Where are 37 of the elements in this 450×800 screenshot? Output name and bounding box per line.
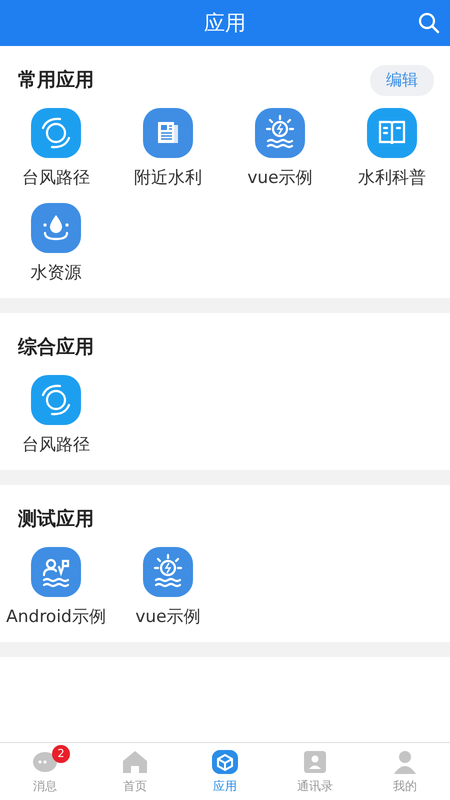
app-item[interactable]: vue示例: [224, 108, 336, 189]
app-item[interactable]: 台风路径: [0, 108, 112, 189]
contact-card-icon: [301, 749, 329, 775]
app-label: vue示例: [247, 167, 313, 189]
swirl-icon: [31, 375, 81, 425]
app-label: 台风路径: [22, 434, 90, 456]
water-wheel-icon: [143, 547, 193, 597]
section-title: 常用应用: [18, 68, 94, 93]
app-item[interactable]: Android示例: [0, 547, 112, 628]
app-item[interactable]: 台风路径: [0, 375, 112, 456]
app-label: 台风路径: [22, 167, 90, 189]
person-icon: [391, 749, 419, 775]
app-label: Android示例: [6, 606, 106, 628]
app-label: vue示例: [135, 606, 201, 628]
unread-badge: 2: [52, 745, 70, 763]
newspaper-icon: [143, 108, 193, 158]
tab-item[interactable]: 2 消息: [0, 743, 90, 800]
search-icon: [418, 12, 440, 34]
swirl-icon: [31, 108, 81, 158]
cube-icon: [211, 749, 239, 775]
water-drop-icon: [31, 203, 81, 253]
home-icon: [121, 749, 149, 775]
chat-bubble-icon: [31, 749, 59, 775]
book-icon: [367, 108, 417, 158]
section-title: 综合应用: [18, 335, 94, 360]
app-label: 附近水利: [134, 167, 202, 189]
app-item[interactable]: vue示例: [112, 547, 224, 628]
app-item[interactable]: 水利科普: [336, 108, 448, 189]
page-title: 应用: [204, 10, 246, 37]
app-label: 水资源: [30, 262, 82, 284]
search-button[interactable]: [416, 10, 442, 36]
app-item[interactable]: 水资源: [0, 203, 112, 284]
water-wheel-icon: [255, 108, 305, 158]
app-label: 水利科普: [358, 167, 426, 189]
person-flag-icon: [31, 547, 81, 597]
app-item[interactable]: 附近水利: [112, 108, 224, 189]
section-title: 测试应用: [18, 507, 94, 532]
